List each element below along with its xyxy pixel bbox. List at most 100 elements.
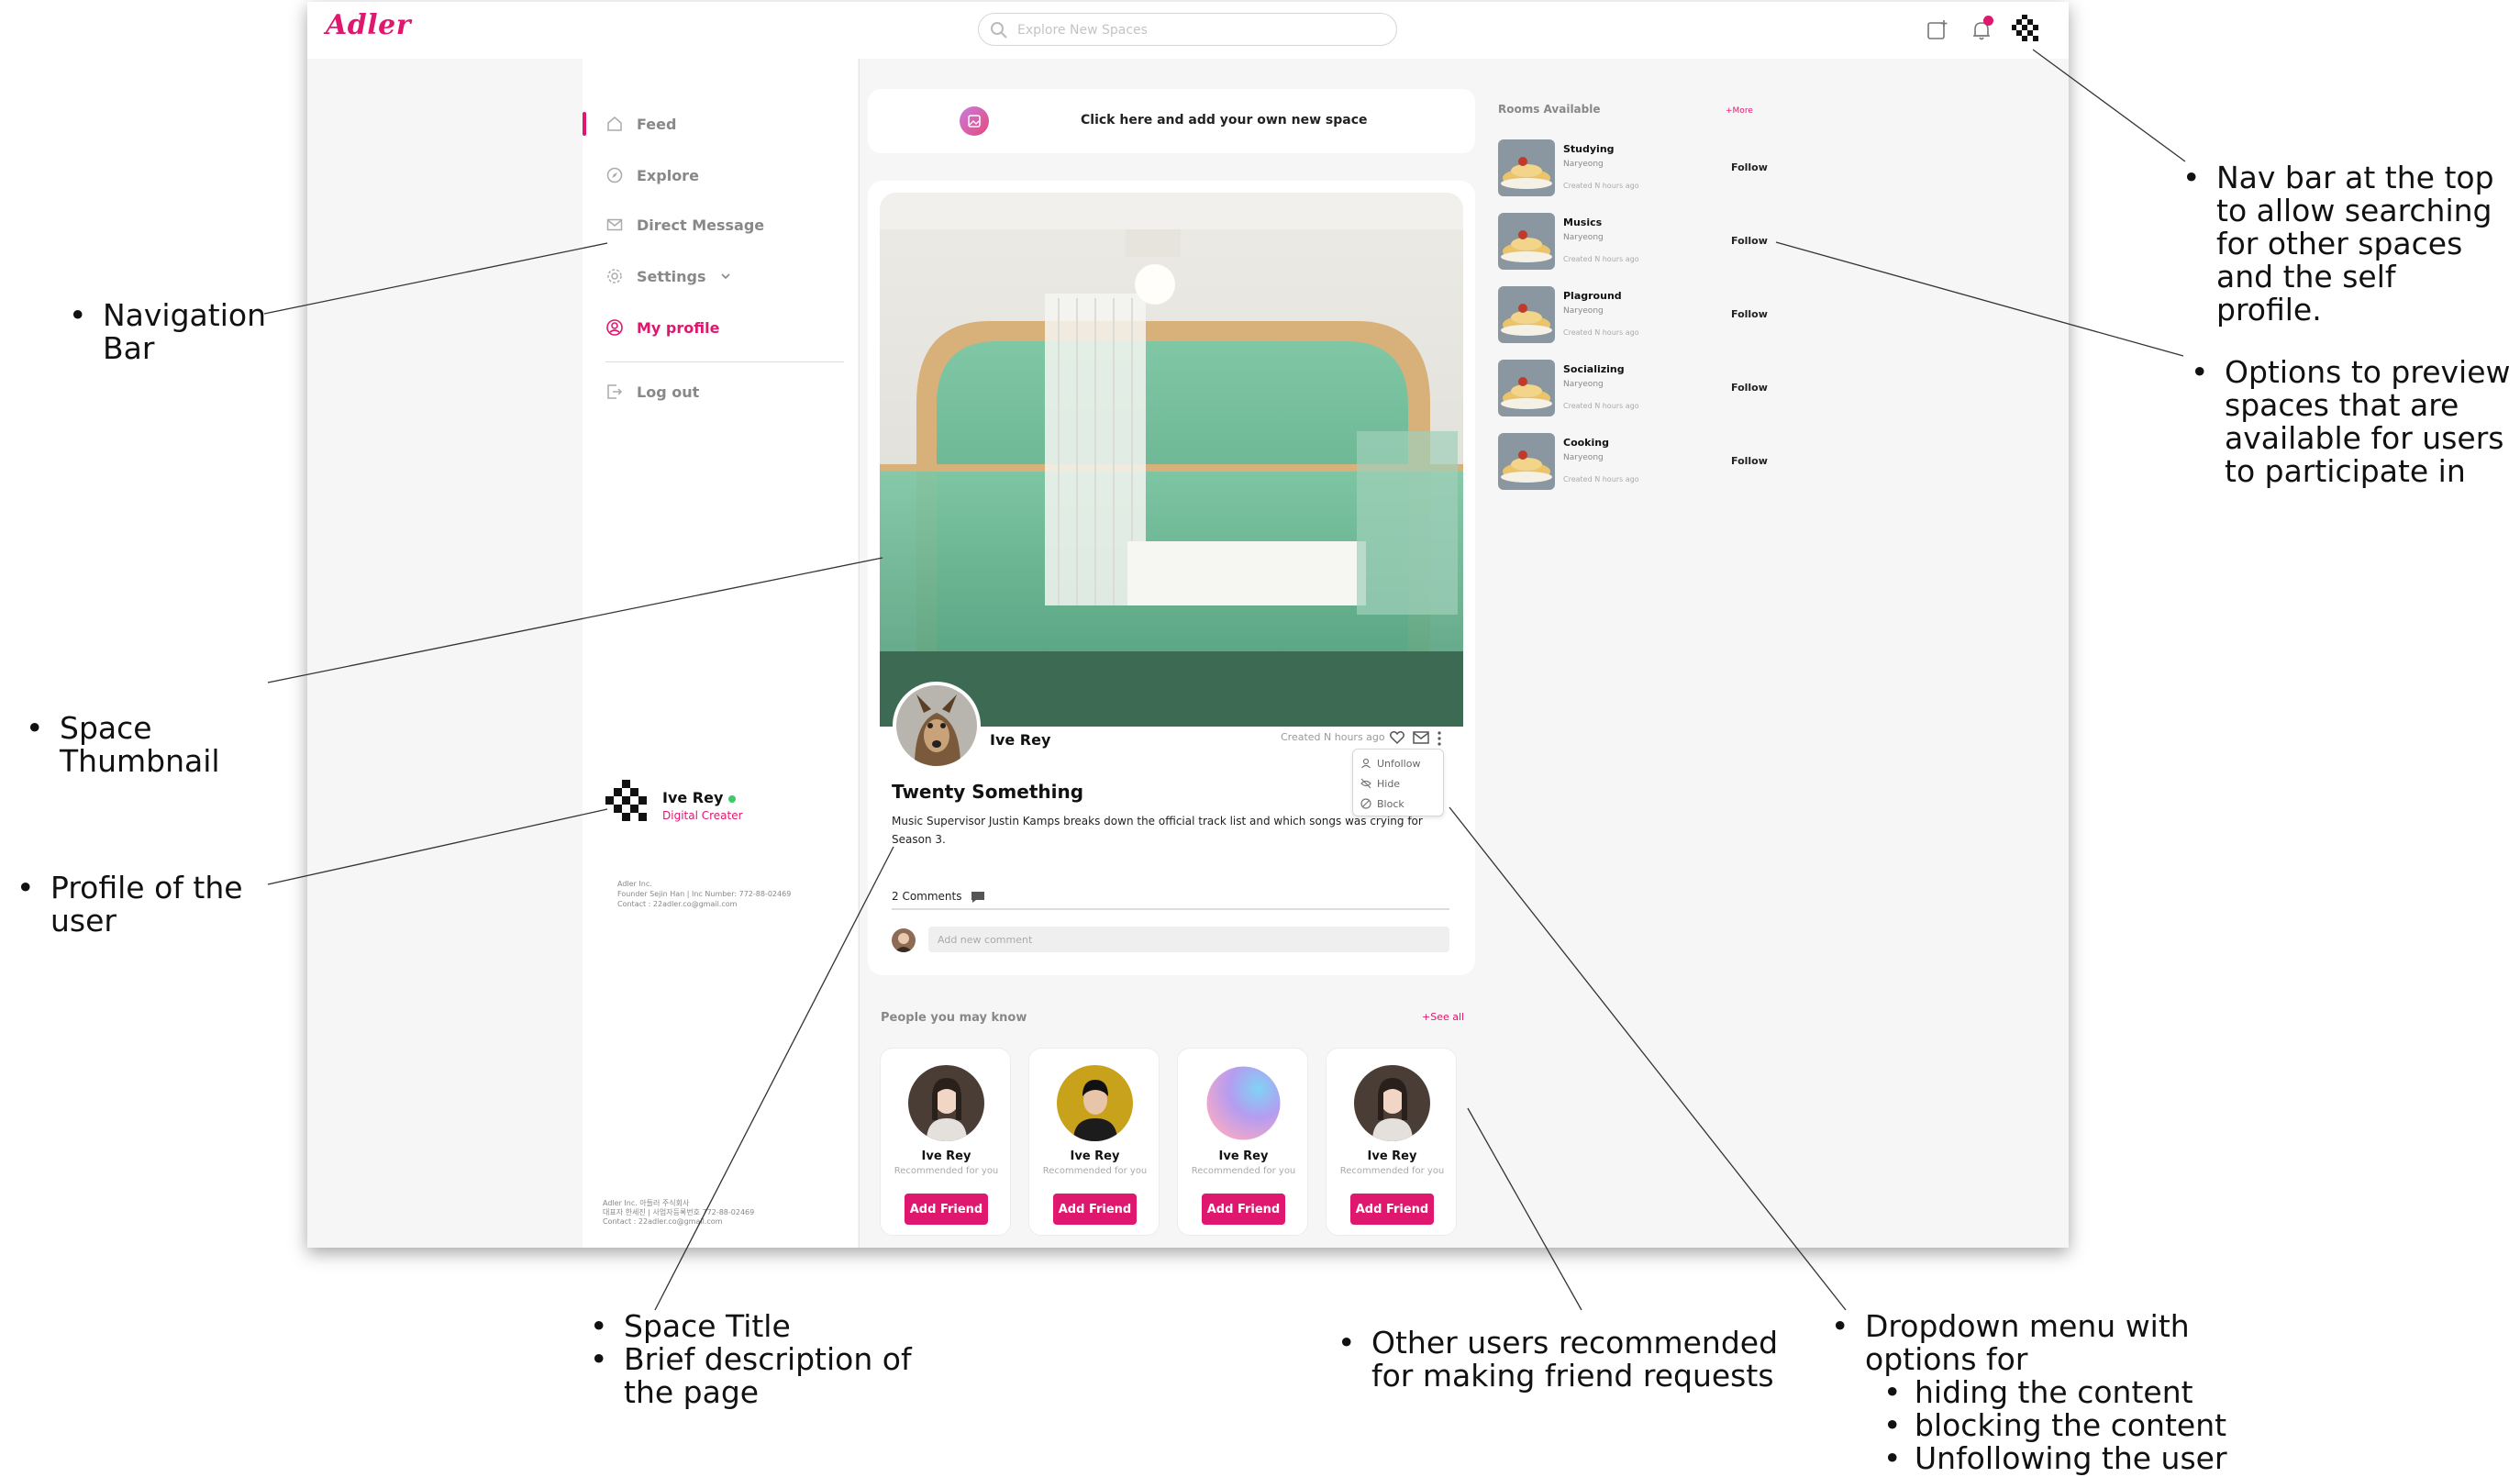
person-name[interactable]: Ive Rey [1327, 1149, 1458, 1163]
nav-item-settings[interactable]: Settings [605, 262, 745, 290]
room-created: Created N hours ago [1563, 328, 1639, 337]
room-name: Socializing [1563, 363, 1625, 375]
profile-avatar[interactable] [605, 780, 655, 829]
room-created: Created N hours ago [1563, 182, 1639, 190]
follow-button[interactable]: Follow [1731, 235, 1768, 247]
room-item[interactable]: Cooking Naryeong Created N hours ago Fol… [1498, 433, 1773, 492]
add-friend-button[interactable]: Add Friend [1350, 1194, 1434, 1225]
person-subtitle: Recommended for you [1339, 1166, 1445, 1176]
user-avatar[interactable] [2012, 15, 2043, 46]
nav-item-my-profile[interactable]: My profile [605, 314, 719, 341]
room-owner: Naryeong [1563, 453, 1604, 462]
rooms-more-link[interactable]: +More [1726, 106, 1753, 116]
hide-option[interactable]: Hide [1360, 775, 1400, 792]
room-thumbnail [1498, 433, 1555, 490]
room-thumbnail [1498, 213, 1555, 270]
room-name: Plaground [1563, 290, 1622, 302]
add-friend-button[interactable]: Add Friend [1053, 1194, 1137, 1225]
person-avatar[interactable] [1205, 1065, 1282, 1141]
new-post-icon[interactable] [1926, 18, 1949, 42]
follow-button[interactable]: Follow [1731, 382, 1768, 394]
search-input[interactable] [1017, 19, 1384, 41]
add-friend-button[interactable]: Add Friend [1202, 1194, 1285, 1225]
room-owner: Naryeong [1563, 306, 1604, 316]
post-author-avatar[interactable] [893, 682, 981, 770]
person-card: Ive Rey Recommended for you Add Friend [1028, 1048, 1160, 1236]
post-card: Ive Rey Created N hours ago Twenty Somet… [868, 181, 1475, 975]
logout-icon [607, 384, 623, 399]
room-thumbnail [1498, 139, 1555, 196]
room-created: Created N hours ago [1563, 402, 1639, 410]
block-option[interactable]: Block [1360, 795, 1404, 812]
compass-icon [606, 167, 623, 183]
post-author-name[interactable]: Ive Rey [990, 731, 1050, 749]
person-name[interactable]: Ive Rey [881, 1149, 1012, 1163]
image-icon [960, 106, 989, 136]
nav-label: Settings [637, 267, 706, 285]
post-options-dropdown: Unfollow Hide Block [1352, 749, 1444, 816]
room-created: Created N hours ago [1563, 475, 1639, 483]
active-nav-marker [583, 112, 586, 136]
bell-icon[interactable] [1970, 16, 1993, 42]
user-icon [1361, 758, 1371, 769]
chevron-down-icon[interactable] [719, 270, 732, 283]
comment-divider [892, 908, 1449, 910]
nav-label: Log out [637, 383, 700, 401]
add-friend-button[interactable]: Add Friend [905, 1194, 988, 1225]
logo[interactable]: Adler [326, 9, 411, 41]
top-nav-bar: Adler [307, 2, 2069, 59]
company-info: Adler Inc. Founder Sejin Han | Inc Numbe… [617, 880, 792, 908]
notification-dot [1983, 16, 1993, 26]
nav-item-feed[interactable]: Feed [605, 110, 676, 138]
commenter-avatar [892, 928, 916, 952]
follow-button[interactable]: Follow [1731, 161, 1768, 173]
follow-button[interactable]: Follow [1731, 308, 1768, 320]
add-space-button[interactable]: Click here and add your own new space [868, 89, 1475, 153]
rooms-title: Rooms Available [1498, 103, 1601, 116]
company-footer: Adler Inc. 아들러 주식회사 대표자 한세진 | 사업자등록번호 77… [603, 1199, 755, 1226]
heart-icon[interactable] [1389, 729, 1405, 746]
room-item[interactable]: Plaground Naryeong Created N hours ago F… [1498, 286, 1773, 345]
room-name: Cooking [1563, 437, 1609, 449]
more-vertical-icon[interactable] [1437, 730, 1442, 747]
person-card: Ive Rey Recommended for you Add Friend [880, 1048, 1011, 1236]
room-item[interactable]: Socializing Naryeong Created N hours ago… [1498, 360, 1773, 418]
nav-label: Explore [637, 166, 699, 184]
nav-item-log-out[interactable]: Log out [605, 378, 699, 405]
nav-item-explore[interactable]: Explore [605, 161, 699, 189]
person-subtitle: Recommended for you [894, 1166, 999, 1176]
nav-label: Direct Message [637, 216, 765, 234]
room-owner: Naryeong [1563, 380, 1604, 389]
person-subtitle: Recommended for you [1042, 1166, 1148, 1176]
comments-count[interactable]: 2 Comments [892, 890, 985, 904]
room-item[interactable]: Musics Naryeong Created N hours ago Foll… [1498, 213, 1773, 272]
search-bar[interactable] [978, 13, 1397, 46]
room-owner: Naryeong [1563, 160, 1604, 169]
home-icon [607, 117, 622, 131]
gear-icon [607, 269, 622, 283]
nav-label: My profile [637, 318, 720, 337]
follow-button[interactable]: Follow [1731, 455, 1768, 467]
add-space-label: Click here and add your own new space [1081, 113, 1368, 128]
person-name[interactable]: Ive Rey [1029, 1149, 1160, 1163]
person-avatar[interactable] [1354, 1065, 1430, 1141]
online-status-dot [728, 794, 737, 803]
nav-item-direct-message[interactable]: Direct Message [605, 211, 764, 239]
comment-icon [971, 891, 985, 903]
mail-icon [606, 218, 623, 231]
room-name: Musics [1563, 217, 1603, 228]
person-card: Ive Rey Recommended for you Add Friend [1326, 1048, 1457, 1236]
room-thumbnail [1498, 286, 1555, 343]
person-avatar[interactable] [1057, 1065, 1133, 1141]
comment-input[interactable] [928, 927, 1449, 952]
mail-icon[interactable] [1413, 731, 1429, 744]
room-thumbnail [1498, 360, 1555, 416]
space-thumbnail[interactable] [880, 193, 1463, 727]
see-all-link[interactable]: +See all [1422, 1011, 1464, 1023]
person-name[interactable]: Ive Rey [1178, 1149, 1309, 1163]
person-avatar[interactable] [908, 1065, 984, 1141]
unfollow-option[interactable]: Unfollow [1360, 755, 1420, 772]
people-section-title: People you may know [881, 1011, 1027, 1025]
search-icon [991, 22, 1007, 39]
room-item[interactable]: Studying Naryeong Created N hours ago Fo… [1498, 139, 1773, 198]
